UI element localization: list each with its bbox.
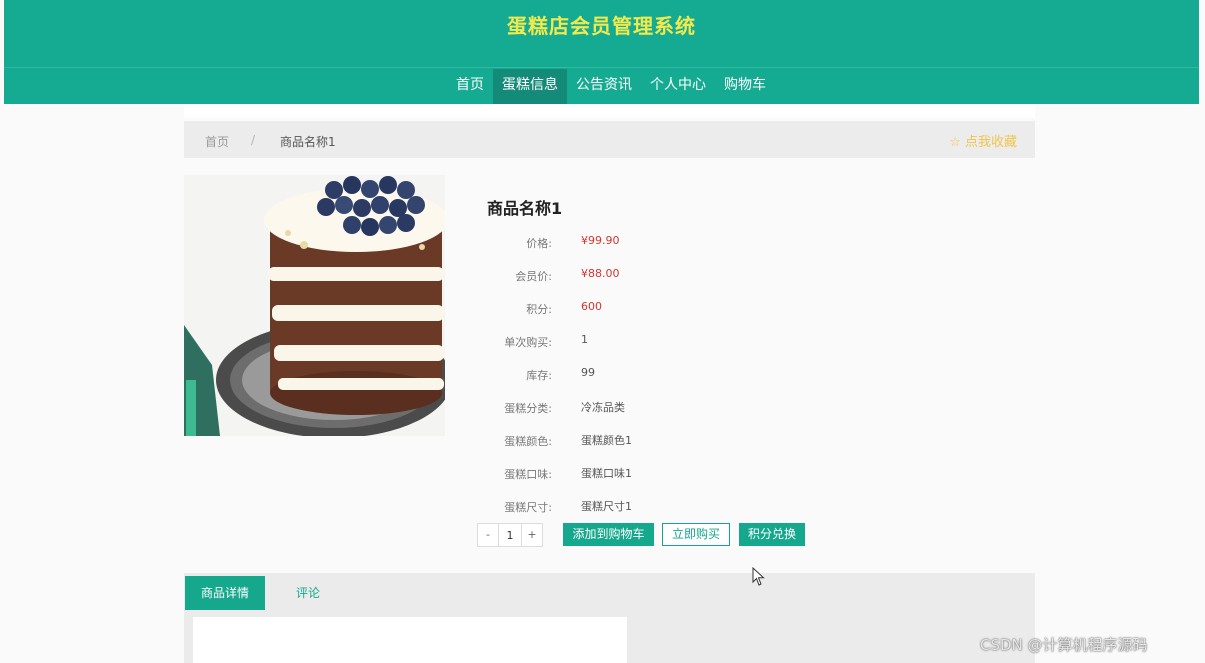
spec-label-stock: 库存: [526,369,552,382]
watermark: CSDN @计算机程序源码 [980,636,1148,654]
spec-value-size: 蛋糕尺寸1 [581,500,632,513]
product-image [184,175,445,436]
spec-value-price: ¥99.90 [581,234,620,247]
detail-content-panel [193,617,627,663]
breadcrumb-separator: / [251,133,256,147]
top-strip [184,104,1035,118]
nav-item-news[interactable]: 公告资讯 [567,69,641,104]
spec-value-stock: 99 [581,366,595,379]
spec-value-single-purchase: 1 [581,333,588,346]
spec-value-color: 蛋糕颜色1 [581,434,632,447]
nav-item-cake-info[interactable]: 蛋糕信息 [493,69,567,104]
spec-label-size: 蛋糕尺寸: [504,501,552,514]
breadcrumb-home[interactable]: 首页 [205,133,229,150]
tab-product-detail[interactable]: 商品详情 [185,576,265,610]
spec-value-category: 冷冻品类 [581,401,625,414]
product-name: 商品名称1 [487,199,563,218]
spec-label-member-price: 会员价: [515,270,552,283]
nav-divider [4,67,1199,68]
quantity-input[interactable] [498,524,522,546]
spec-label-points: 积分: [526,303,552,316]
spec-value-member-price: ¥88.00 [581,267,620,280]
spec-value-flavor: 蛋糕口味1 [581,467,632,480]
site-header: 蛋糕店会员管理系统 首页 蛋糕信息 公告资讯 个人中心 购物车 [4,0,1199,104]
spec-label-category: 蛋糕分类: [504,402,552,415]
nav-item-profile[interactable]: 个人中心 [641,69,715,104]
breadcrumb: 首页 / 商品名称1 ☆ 点我收藏 [184,121,1035,158]
main-nav: 首页 蛋糕信息 公告资讯 个人中心 购物车 [447,69,775,104]
points-exchange-button[interactable]: 积分兑换 [739,523,805,546]
spec-label-price: 价格: [526,237,552,250]
spec-label-flavor: 蛋糕口味: [504,468,552,481]
favorite-button[interactable]: ☆ 点我收藏 [949,131,1017,150]
quantity-stepper: - + [477,523,543,547]
mouse-cursor-icon [752,567,765,586]
buy-now-button[interactable]: 立即购买 [662,523,730,546]
quantity-decrease-button[interactable]: - [478,524,498,546]
spec-value-points: 600 [581,300,602,313]
nav-item-home[interactable]: 首页 [447,69,493,104]
nav-item-cart[interactable]: 购物车 [715,69,775,104]
breadcrumb-current: 商品名称1 [280,135,336,149]
site-title: 蛋糕店会员管理系统 [507,14,696,38]
quantity-increase-button[interactable]: + [522,524,542,546]
spec-label-color: 蛋糕颜色: [504,435,552,448]
spec-label-single-purchase: 单次购买: [504,336,552,349]
cake-illustration [184,175,445,436]
add-to-cart-button[interactable]: 添加到购物车 [563,523,654,546]
tab-comment[interactable]: 评论 [276,576,340,610]
